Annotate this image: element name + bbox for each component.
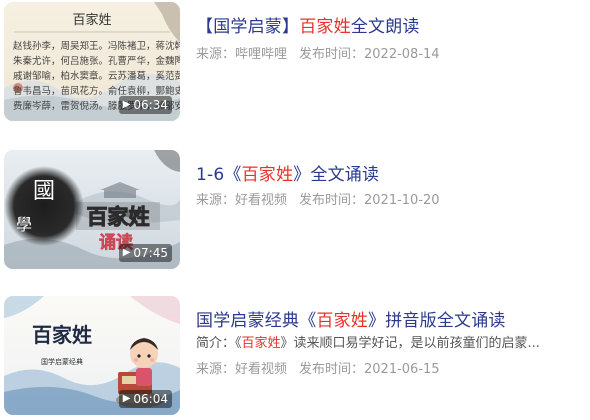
- publish-date-text: 发布时间：2021-10-20: [299, 193, 440, 208]
- title-highlight: 百家姓: [299, 17, 351, 37]
- video-result-item[interactable]: 國 學 百家姓 诵读 ▶ 07:45 1-6《百家姓》全文诵读 来源：好看视频发…: [0, 150, 590, 270]
- play-icon: ▶: [122, 99, 131, 110]
- source-text: 来源：好看视频: [196, 362, 288, 377]
- publish-date-text: 发布时间：2022-08-14: [299, 47, 440, 62]
- video-thumbnail[interactable]: 百家姓 国学启蒙经典 ▶ 06:04: [4, 296, 180, 415]
- duration-text: 07:45: [133, 246, 168, 260]
- video-title-link[interactable]: 1-6《百家姓》全文诵读: [196, 160, 379, 185]
- search-results-list: 百家姓 赵钱孙李，周吴郑王。冯陈褚卫，蒋沈韩杨 朱秦尤许，何吕施张。孔曹严华，金…: [0, 0, 590, 420]
- video-title-link[interactable]: 【国学启蒙】百家姓全文朗读: [196, 12, 420, 37]
- duration-badge: ▶ 06:34: [118, 96, 172, 114]
- title-part: 》拼音版全文诵读: [368, 311, 506, 331]
- video-result-item[interactable]: 百家姓 赵钱孙李，周吴郑王。冯陈褚卫，蒋沈韩杨 朱秦尤许，何吕施张。孔曹严华，金…: [0, 2, 590, 122]
- title-highlight: 百家姓: [241, 165, 294, 185]
- duration-badge: ▶ 07:45: [118, 244, 172, 262]
- description-part: 简介：《: [196, 336, 242, 351]
- title-highlight: 百家姓: [316, 311, 369, 331]
- thumbnail-subtitle-text: 国学启蒙经典: [41, 357, 83, 366]
- title-part: 【国学启蒙】: [196, 17, 300, 37]
- duration-text: 06:04: [133, 392, 168, 406]
- video-thumbnail[interactable]: 國 學 百家姓 诵读 ▶ 07:45: [4, 150, 180, 269]
- video-result-item[interactable]: 百家姓 国学启蒙经典 ▶ 06:04 国学启蒙经典《百家姓》拼音版全文诵读 简介…: [0, 296, 590, 416]
- title-part: 》全文诵读: [293, 165, 380, 185]
- description-highlight: 百家姓: [241, 336, 281, 351]
- video-thumbnail[interactable]: 百家姓 赵钱孙李，周吴郑王。冯陈褚卫，蒋沈韩杨 朱秦尤许，何吕施张。孔曹严华，金…: [4, 2, 180, 121]
- video-title-link[interactable]: 国学启蒙经典《百家姓》拼音版全文诵读: [196, 306, 506, 331]
- video-description: 简介：《百家姓》读来顺口易学好记，是以前孩童们的启蒙...: [196, 332, 580, 351]
- title-part: 国学启蒙经典《: [196, 311, 317, 331]
- thumbnail-title-text: 百家姓: [32, 323, 92, 347]
- title-part: 全文朗读: [350, 17, 420, 37]
- svg-text:赵钱孙李，周吴郑王。冯陈褚卫，蒋沈韩杨: 赵钱孙李，周吴郑王。冯陈褚卫，蒋沈韩杨: [13, 40, 180, 52]
- duration-text: 06:34: [133, 98, 168, 112]
- thumbnail-title-text: 百家姓: [87, 205, 150, 229]
- video-meta: 来源：好看视频 发布时间：2021-10-20: [196, 189, 440, 208]
- play-icon: ▶: [122, 393, 131, 404]
- title-part: 1-6《: [196, 165, 242, 185]
- thumbnail-title-text: 百家姓: [72, 12, 111, 28]
- play-icon: ▶: [122, 247, 131, 258]
- duration-badge: ▶ 06:04: [118, 390, 172, 408]
- source-text: 来源：好看视频: [196, 193, 288, 208]
- description-part: 》读来顺口易学好记，是以前孩童们的启蒙...: [280, 336, 540, 351]
- thumbnail-logo-text: 學: [16, 215, 32, 234]
- svg-text:戚谢邹喻，柏水窦章。云苏潘葛，奚范彭郎: 戚谢邹喻，柏水窦章。云苏潘葛，奚范彭郎: [13, 70, 180, 82]
- source-text: 来源：哔哩哔哩: [196, 47, 288, 62]
- video-meta: 来源：好看视频 发布时间：2021-06-15: [196, 358, 440, 377]
- publish-date-text: 发布时间：2021-06-15: [299, 362, 440, 377]
- video-meta: 来源：哔哩哔哩 发布时间：2022-08-14: [196, 43, 440, 62]
- thumbnail-logo-text: 國: [33, 179, 55, 204]
- svg-text:朱秦尤许，何吕施张。孔曹严华，金魏陶姜: 朱秦尤许，何吕施张。孔曹严华，金魏陶姜: [13, 55, 180, 67]
